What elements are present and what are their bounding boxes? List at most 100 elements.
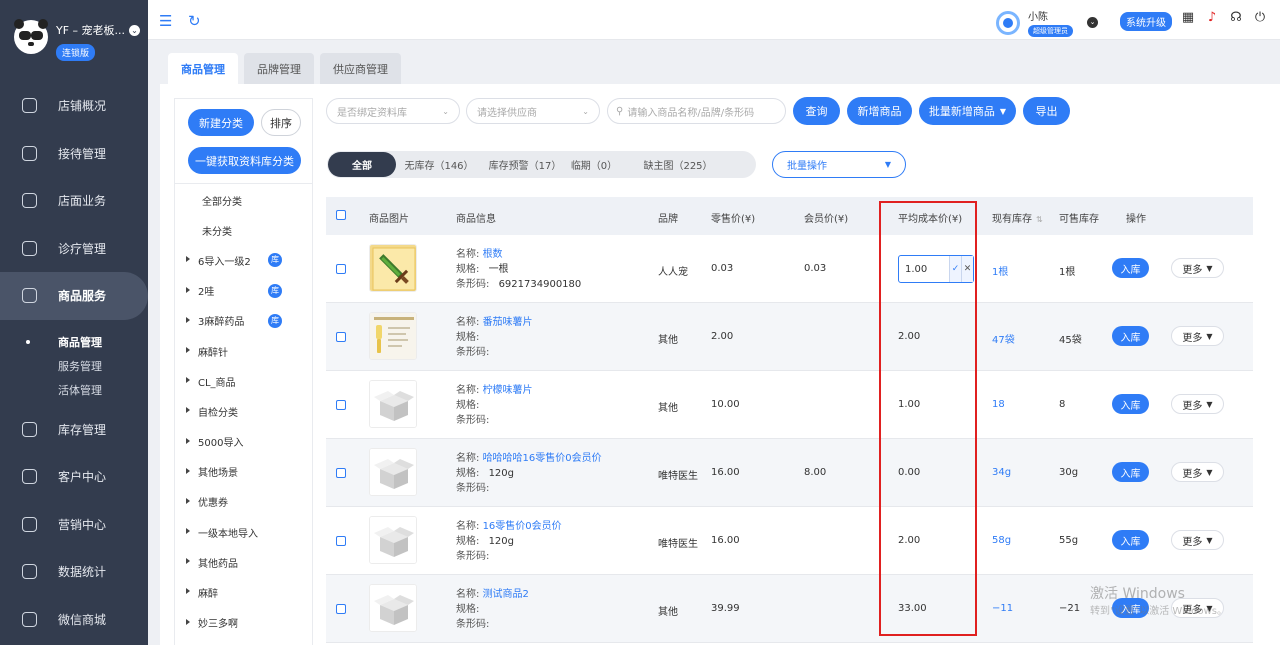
nav-item-3[interactable]: 诊疗管理 (0, 225, 148, 273)
sub-item-0[interactable]: 商品管理 (0, 330, 148, 354)
product-name-link[interactable]: 根数 (483, 249, 503, 260)
product-name-link[interactable]: 哈哈哈哈16零售价0会员价 (483, 453, 602, 464)
category-item[interactable]: 麻醉 (175, 577, 312, 607)
more-button[interactable]: 更多 ▼ (1171, 326, 1224, 346)
refresh-icon[interactable]: ↻ (188, 12, 201, 30)
category-item[interactable]: CL_商品 (175, 366, 312, 396)
segment-3[interactable]: 临期（0） (568, 152, 620, 177)
cell-stock[interactable]: 47袋 (992, 331, 1015, 346)
category-item[interactable]: 自检分类 (175, 396, 312, 426)
calendar-icon[interactable]: ▦ (1181, 11, 1195, 25)
product-image[interactable] (369, 244, 417, 292)
chevron-down-icon[interactable]: ⌄ (1087, 17, 1098, 28)
caret-right-icon[interactable] (186, 407, 190, 414)
cell-stock[interactable]: 1根 (992, 263, 1008, 278)
product-image[interactable] (369, 312, 417, 360)
more-button[interactable]: 更多 ▼ (1171, 530, 1224, 550)
category-item[interactable]: 麻醉针 (175, 336, 312, 366)
product-image[interactable] (369, 448, 417, 496)
bell-icon[interactable]: ♪ (1205, 11, 1219, 25)
more-button[interactable]: 更多 ▼ (1171, 258, 1224, 278)
cell-stock[interactable]: 58g (992, 535, 1011, 546)
tab-2[interactable]: 供应商管理 (320, 53, 401, 84)
category-item[interactable]: 其他场景 (175, 457, 312, 487)
category-item[interactable]: 2哇 库 (175, 276, 312, 306)
new-category-button[interactable]: 新建分类 (188, 109, 254, 136)
category-item[interactable]: 妙三多啊 (175, 608, 312, 638)
menu-icon[interactable]: ☰ (159, 12, 172, 30)
sort-button[interactable]: 排序 (261, 109, 301, 136)
caret-right-icon[interactable] (186, 377, 190, 384)
stock-in-button[interactable]: 入库 (1112, 394, 1149, 414)
cell-stock[interactable]: 34g (992, 467, 1011, 478)
caret-right-icon[interactable] (186, 256, 190, 263)
nav-item-1[interactable]: 接待管理 (0, 130, 148, 178)
segment-0[interactable]: 全部 (328, 152, 396, 177)
power-icon[interactable]: ⏻ (1253, 11, 1267, 25)
more-button[interactable]: 更多 ▼ (1171, 394, 1224, 414)
row-checkbox[interactable] (336, 536, 346, 546)
category-item[interactable]: 全部分类 (175, 185, 312, 215)
nav-item-4[interactable]: 商品服务 (0, 272, 148, 320)
nav-item-7[interactable]: 营销中心 (0, 501, 148, 549)
nav-item-2[interactable]: 店面业务 (0, 177, 148, 225)
product-name-link[interactable]: 测试商品2 (483, 589, 529, 600)
caret-right-icon[interactable] (186, 286, 190, 293)
stock-in-button[interactable]: 入库 (1112, 462, 1149, 482)
cell-stock[interactable]: 18 (992, 399, 1005, 410)
add-product-button[interactable]: 新增商品 (847, 97, 912, 125)
fetch-library-categories-button[interactable]: 一键获取资料库分类 (188, 147, 301, 174)
select-all-checkbox[interactable] (336, 210, 346, 220)
caret-right-icon[interactable] (186, 467, 190, 474)
segment-4[interactable]: 缺主图（225） (620, 152, 736, 177)
tab-0[interactable]: 商品管理 (168, 53, 238, 84)
nav-item-9[interactable]: 微信商城 (0, 596, 148, 644)
query-button[interactable]: 查询 (793, 97, 840, 125)
sub-item-1[interactable]: 服务管理 (0, 354, 148, 378)
row-checkbox[interactable] (336, 264, 346, 274)
product-name-link[interactable]: 番茄味薯片 (483, 317, 533, 328)
category-item[interactable]: 未分类 (175, 215, 312, 245)
category-item[interactable]: 3麻醉药品 库 (175, 306, 312, 336)
category-item[interactable]: 6导入一级2 库 (175, 245, 312, 275)
upgrade-button[interactable]: 系统升级 (1120, 12, 1172, 31)
category-item[interactable]: 其他药品 (175, 547, 312, 577)
stock-in-button[interactable]: 入库 (1112, 326, 1149, 346)
headset-icon[interactable]: ☊ (1229, 11, 1243, 25)
sub-item-2[interactable]: 活体管理 (0, 378, 148, 402)
library-select[interactable]: 是否绑定资料库 ⌄ (326, 98, 460, 124)
caret-right-icon[interactable] (186, 437, 190, 444)
product-image[interactable] (369, 516, 417, 564)
chevron-down-icon[interactable]: ⌄ (129, 24, 141, 36)
supplier-select[interactable]: 请选择供应商 ⌄ (466, 98, 600, 124)
category-item[interactable]: 一级本地导入 (175, 517, 312, 547)
batch-operations-select[interactable]: 批量操作 ▼ (772, 151, 906, 178)
more-button[interactable]: 更多 ▼ (1171, 462, 1224, 482)
user-menu[interactable]: 小陈 超级管理员 ⌄ (996, 8, 1098, 37)
product-name-link[interactable]: 16零售价0会员价 (483, 521, 562, 532)
caret-right-icon[interactable] (186, 588, 190, 595)
caret-right-icon[interactable] (186, 316, 190, 323)
nav-item-0[interactable]: 店铺概况 (0, 82, 148, 130)
stock-in-button[interactable]: 入库 (1112, 530, 1149, 550)
row-checkbox[interactable] (336, 332, 346, 342)
header-stock[interactable]: 现有库存 ⇅ (992, 210, 1043, 225)
nav-item-8[interactable]: 数据统计 (0, 548, 148, 596)
caret-right-icon[interactable] (186, 497, 190, 504)
cell-stock[interactable]: −11 (992, 603, 1013, 614)
segment-2[interactable]: 库存预警（17） (482, 152, 568, 177)
category-item[interactable]: 5000导入 (175, 427, 312, 457)
caret-right-icon[interactable] (186, 346, 190, 353)
caret-right-icon[interactable] (186, 528, 190, 535)
product-image[interactable] (369, 584, 417, 632)
segment-1[interactable]: 无库存（146） (396, 152, 482, 177)
category-item[interactable]: 优惠券 (175, 487, 312, 517)
batch-add-button[interactable]: 批量新增商品 ▼ (919, 97, 1016, 125)
brand[interactable]: YF – 宠老板... ⌄ 连锁版 (0, 0, 148, 82)
tab-1[interactable]: 品牌管理 (244, 53, 314, 84)
product-image[interactable] (369, 380, 417, 428)
export-button[interactable]: 导出 (1023, 97, 1070, 125)
product-name-link[interactable]: 柠檬味薯片 (483, 385, 533, 396)
sort-icon[interactable]: ⇅ (1036, 215, 1043, 224)
caret-right-icon[interactable] (186, 618, 190, 625)
